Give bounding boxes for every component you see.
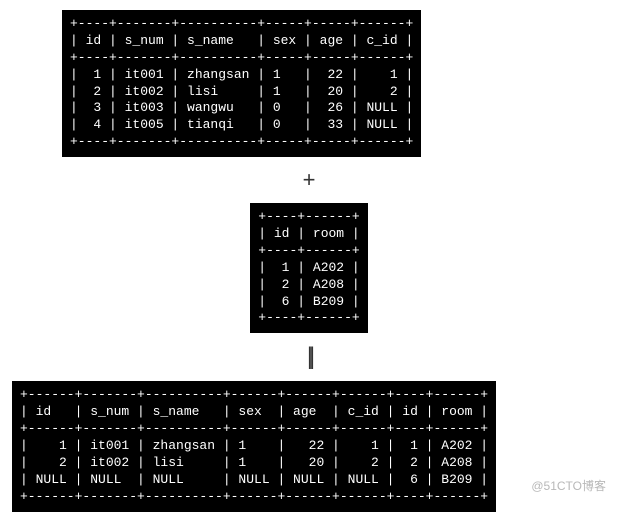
equals-operator: || [307, 343, 311, 371]
students-table: +----+-------+----------+-----+-----+---… [62, 10, 421, 157]
rooms-table: +----+------+ | id | room | +----+------… [250, 203, 367, 333]
joined-table: +------+-------+----------+------+------… [12, 381, 496, 511]
plus-operator: + [303, 167, 316, 193]
